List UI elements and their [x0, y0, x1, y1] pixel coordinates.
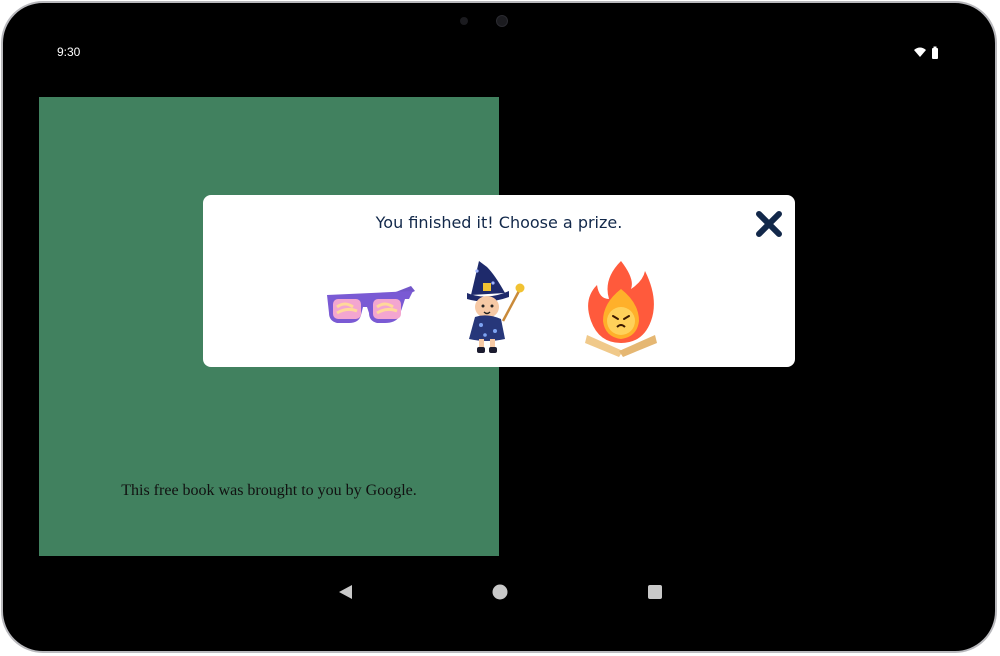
dialog-title: You finished it! Choose a prize.	[375, 213, 623, 232]
close-icon[interactable]	[754, 209, 784, 239]
recents-icon[interactable]	[647, 584, 663, 600]
glasses-icon[interactable]	[325, 285, 417, 333]
battery-icon	[932, 48, 938, 59]
front-sensor	[460, 17, 468, 25]
status-time: 9:30	[57, 45, 81, 59]
book-footer-text: This free book was brought to you by Goo…	[121, 482, 417, 499]
status-icons	[914, 46, 938, 59]
home-icon[interactable]	[491, 583, 509, 601]
wifi-icon	[914, 47, 926, 57]
prize-dialog: You finished it! Choose a prize.	[203, 195, 795, 367]
back-icon[interactable]	[336, 583, 354, 601]
campfire-icon[interactable]	[583, 259, 659, 357]
wizard-icon[interactable]	[465, 257, 531, 357]
front-camera	[496, 15, 508, 27]
